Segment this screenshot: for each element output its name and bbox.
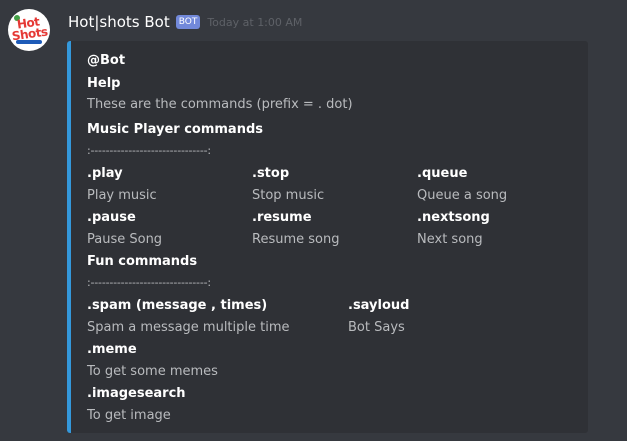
command-name: .play — [87, 166, 123, 181]
chat-message: Hot Shots Hot|shots Bot BOT Today at 1:0… — [0, 0, 627, 441]
command-desc: To get image — [87, 408, 171, 423]
fun-section-title: Fun commands — [87, 254, 198, 269]
message-timestamp[interactable]: Today at 1:00 AM — [207, 16, 302, 29]
command-desc: Queue a song — [417, 188, 508, 203]
command-desc: To get some memes — [87, 364, 218, 379]
logo-banner-icon — [16, 40, 42, 44]
embed-title: Help — [87, 76, 121, 91]
command-desc: Resume song — [252, 232, 340, 247]
command-desc: Next song — [417, 232, 483, 247]
command-desc: Spam a message multiple time — [87, 320, 290, 335]
command-name: .sayloud — [348, 298, 410, 313]
command-name: .nextsong — [417, 210, 490, 225]
command-name: .stop — [252, 166, 290, 181]
command-desc: Bot Says — [348, 320, 405, 335]
author-username[interactable]: Hot|shots Bot — [68, 13, 170, 31]
bot-tag-badge: BOT — [175, 15, 201, 29]
command-desc: Stop music — [252, 188, 325, 203]
music-section-divider: :-------------------------------: — [87, 144, 211, 157]
music-section-title: Music Player commands — [87, 122, 264, 137]
command-desc: Play music — [87, 188, 157, 203]
command-name: .spam (message , times) — [87, 298, 268, 313]
command-name: .resume — [252, 210, 312, 225]
bot-avatar[interactable]: Hot Shots — [8, 9, 50, 51]
command-name: .pause — [87, 210, 136, 225]
embed-mention: @Bot — [87, 53, 126, 68]
command-name: .meme — [87, 342, 137, 357]
embed-description: These are the commands (prefix = . dot) — [87, 97, 353, 112]
command-desc: Pause Song — [87, 232, 163, 247]
message-header: Hot|shots Bot BOT Today at 1:00 AM — [68, 11, 302, 33]
fun-section-divider: :-------------------------------: — [87, 276, 211, 289]
avatar-logo-text: Hot Shots — [10, 14, 49, 44]
help-embed: @Bot Help These are the commands (prefix… — [67, 41, 588, 433]
command-name: .queue — [417, 166, 468, 181]
command-name: .imagesearch — [87, 386, 186, 401]
